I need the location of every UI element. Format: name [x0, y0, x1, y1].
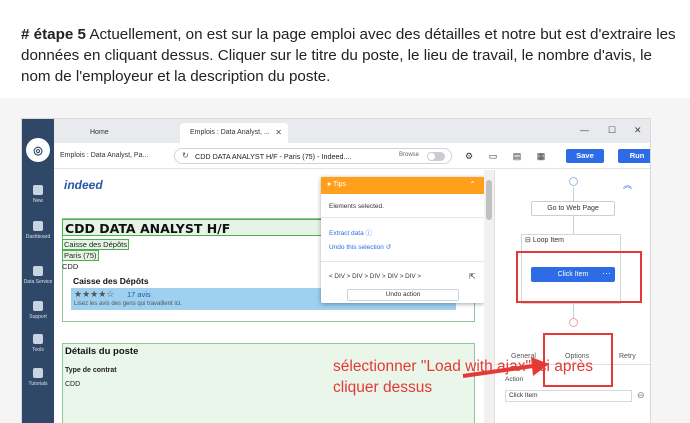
url-bar[interactable]: ↻ CDD DATA ANALYST H/F - Paris (75) - In… [174, 148, 452, 164]
layout-icon[interactable]: ▤ [512, 151, 522, 161]
extract-data-link[interactable]: Extract data ⓘ [329, 227, 372, 237]
indeed-logo[interactable]: indeed [64, 178, 103, 192]
close-window-icon[interactable]: ✕ [634, 125, 642, 136]
step-label: # étape 5 [21, 26, 87, 43]
table-view-icon[interactable]: ▦ [536, 151, 546, 161]
nav-item-dashboard[interactable]: Dashboard [22, 221, 54, 240]
tips-header: ● Tips ⌃ [321, 177, 484, 194]
nav-item-tools[interactable]: Tools [22, 334, 54, 353]
collapse-icon[interactable]: ⌃ [469, 180, 476, 189]
loop-item-label[interactable]: ⊟ Loop Item [525, 236, 564, 244]
undo-icon: ↺ [385, 244, 392, 251]
nav-item-tutorials[interactable]: Tutorials [22, 368, 54, 387]
contract-type-value: CDD [65, 381, 81, 388]
rating-stars: ★★★★☆ [74, 289, 115, 299]
toolbox-icon [33, 334, 43, 344]
info-icon: ⓘ [365, 230, 373, 237]
intro-text: Actuellement, on est sur la page emploi … [21, 26, 676, 85]
chevron-up-icon[interactable]: ︽ [623, 178, 632, 191]
details-heading: Détails du poste [65, 346, 139, 357]
contract-type-label: Type de contrat [65, 367, 117, 374]
scrollbar-thumb[interactable] [486, 180, 492, 220]
headset-icon [33, 301, 43, 311]
connector [573, 216, 574, 234]
save-button[interactable]: Save [566, 149, 604, 163]
minimize-icon[interactable]: — [580, 125, 589, 135]
task-title: Emplois : Data Analyst, Pa... [60, 152, 149, 159]
tab-retry[interactable]: Retry [619, 353, 636, 360]
go-to-web-page-node[interactable]: Go to Web Page [531, 201, 615, 216]
job-location[interactable]: Paris (75) [62, 250, 99, 261]
divider [321, 217, 484, 218]
review-subtext: Lisez les avis des gens qui travaillent … [74, 301, 182, 307]
divider [321, 261, 484, 262]
settings-icon[interactable]: ⚙ [464, 151, 474, 161]
remove-icon[interactable]: ⊖ [637, 390, 645, 401]
nav-item-new[interactable]: New [22, 185, 54, 204]
end-node-icon [569, 318, 578, 327]
workflow-view-icon[interactable]: ▭ [488, 151, 498, 161]
url-text: CDD DATA ANALYST H/F - Paris (75) - Inde… [195, 152, 352, 161]
start-node-icon [569, 177, 578, 186]
element-breadcrumb[interactable]: < DIV > DIV > DIV > DIV > DIV > [329, 273, 421, 280]
nav-item-support[interactable]: Support [22, 301, 54, 320]
tab-emplois[interactable]: Emplois : Data Analyst, ... ✕ [180, 123, 288, 143]
close-tab-icon[interactable]: ✕ [275, 128, 282, 137]
connector [573, 187, 574, 201]
tips-popup: ● Tips ⌃ Elements selected. Extract data… [321, 177, 484, 303]
browse-toggle[interactable] [427, 152, 445, 161]
left-nav: ◎ New Dashboard Data Service Support Too… [22, 119, 54, 423]
highlight-click-item [516, 251, 642, 303]
employer-name[interactable]: Caisse des Dépôts [62, 239, 129, 250]
review-count[interactable]: 17 avis [127, 290, 151, 299]
dashboard-icon [33, 221, 43, 231]
tab-bar: Home Emplois : Data Analyst, ... ✕ — ☐ ✕ [54, 119, 650, 143]
external-link-icon[interactable]: ⇱ [469, 272, 476, 281]
maximize-icon[interactable]: ☐ [608, 125, 616, 136]
app-logo-icon[interactable]: ◎ [26, 138, 50, 162]
company-card-name: Caisse des Dépôts [73, 276, 149, 286]
undo-action-button[interactable]: Undo action [347, 289, 459, 301]
data-service-icon [33, 266, 43, 276]
connector [573, 304, 574, 318]
intro-paragraph: # étape 5 Actuellement, on est sur la pa… [21, 24, 683, 87]
tips-status: Elements selected. [329, 203, 384, 210]
tab-home[interactable]: Home [80, 123, 180, 143]
tips-title: Tips [333, 181, 347, 188]
undo-selection-link[interactable]: Undo this selection ↺ [329, 243, 391, 251]
red-annotation: sélectionner "Load with ajax" ici après … [333, 358, 594, 396]
browse-label: Browse [398, 152, 419, 158]
contract-label[interactable]: CDD [62, 262, 78, 271]
plus-icon [33, 185, 43, 195]
nav-item-data-service[interactable]: Data Service [22, 266, 54, 285]
run-button[interactable]: Run [618, 149, 650, 163]
book-icon [33, 368, 43, 378]
toolbar: Emplois : Data Analyst, Pa... ↻ CDD DATA… [54, 143, 650, 169]
refresh-icon[interactable]: ↻ [182, 151, 189, 160]
